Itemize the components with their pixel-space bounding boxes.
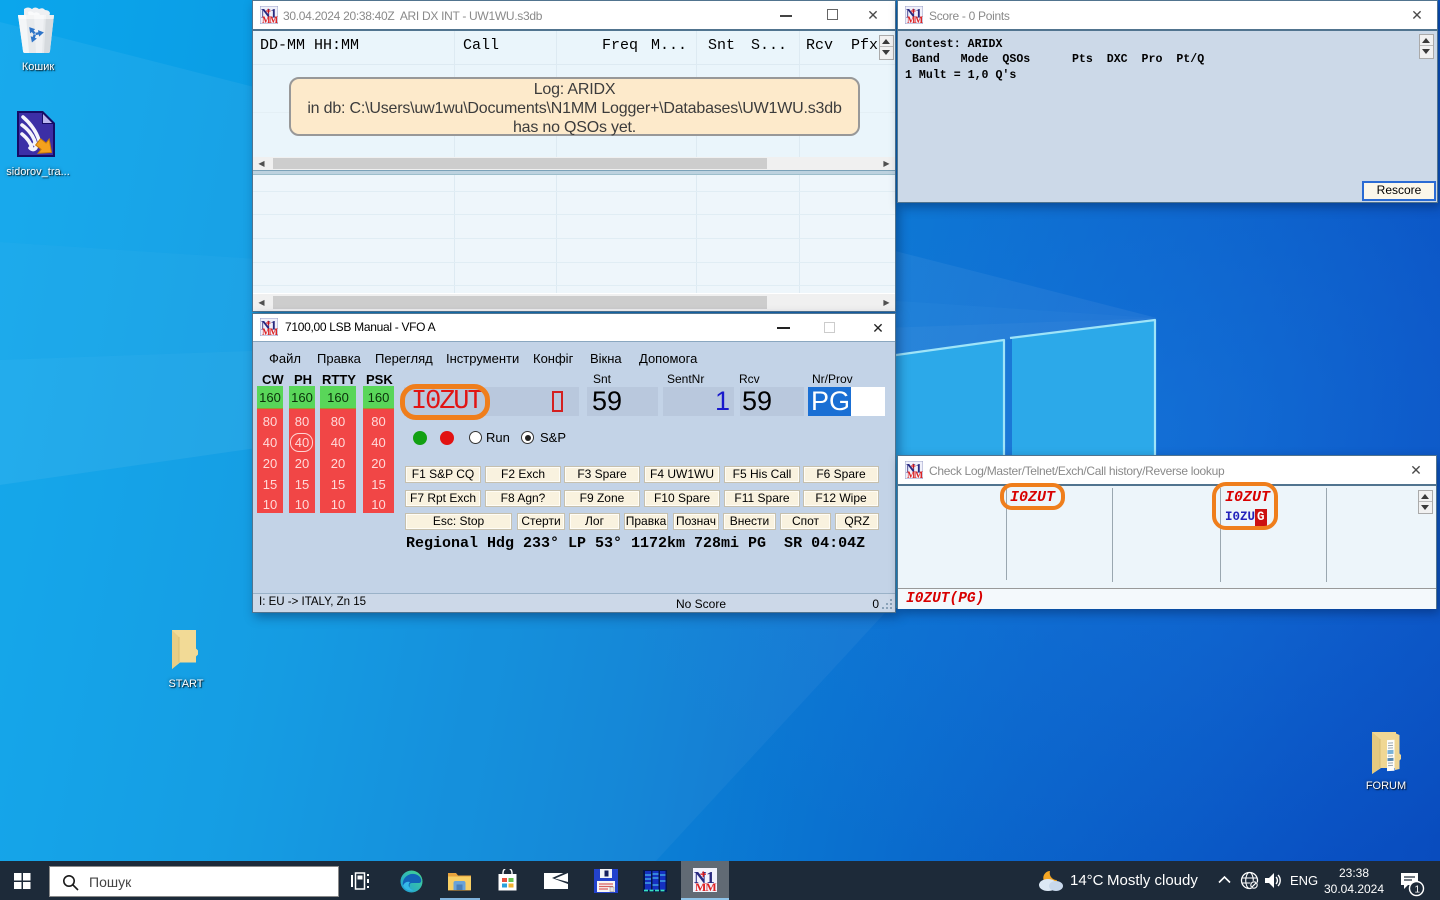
svg-text:1: 1 xyxy=(1415,885,1421,896)
svg-text:MM: MM xyxy=(907,15,923,24)
svg-text:MM: MM xyxy=(262,15,278,24)
svg-text:MM: MM xyxy=(907,470,923,479)
svg-text:MM: MM xyxy=(262,327,278,336)
svg-text:MM: MM xyxy=(695,880,716,892)
